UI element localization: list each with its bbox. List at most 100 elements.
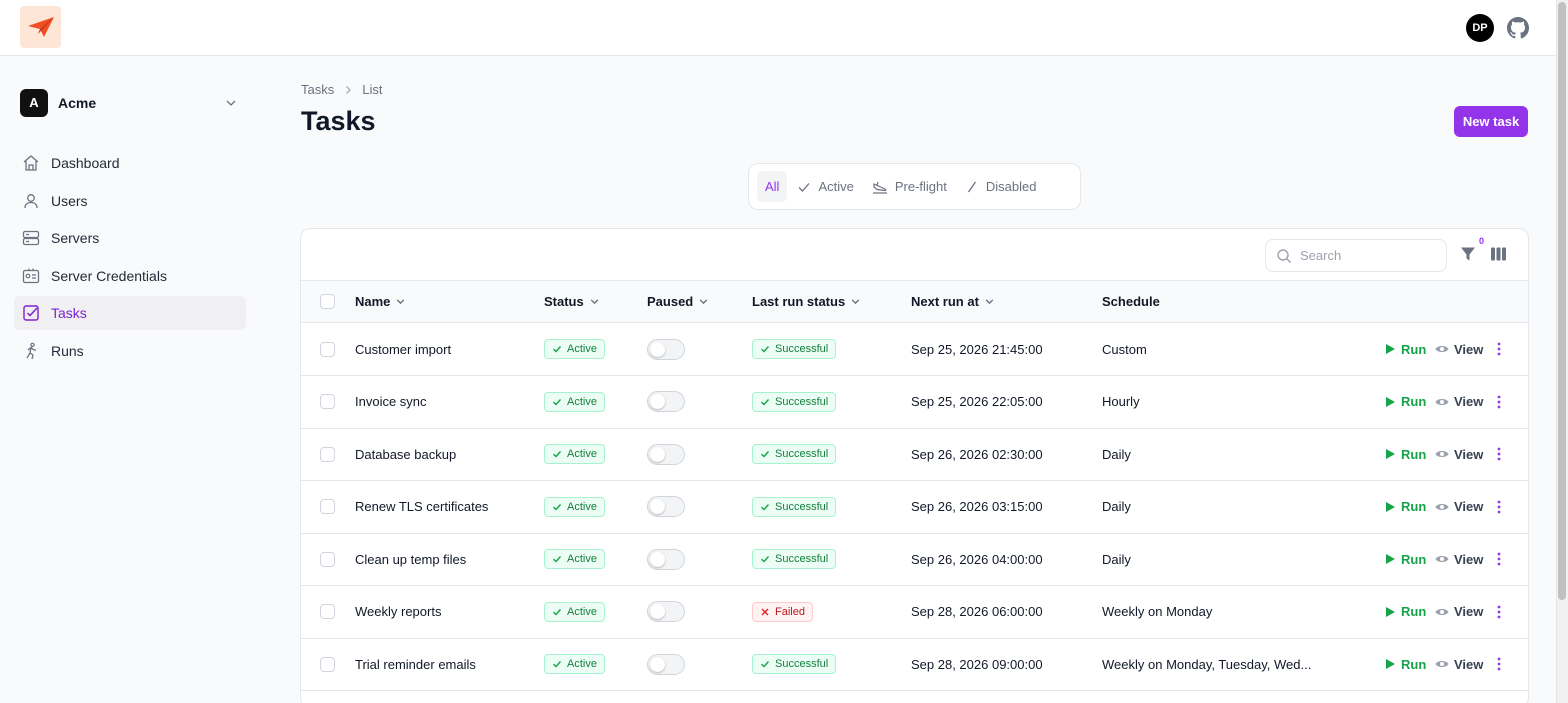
home-icon (22, 154, 40, 172)
task-name: Trial reminder emails (355, 656, 476, 672)
tab-active[interactable]: Active (789, 171, 861, 202)
table-row[interactable]: Renew TLS certificates Active Successful… (301, 481, 1528, 534)
paused-toggle[interactable] (647, 653, 685, 675)
row-checkbox[interactable] (320, 446, 335, 462)
more-actions-button[interactable] (1493, 638, 1505, 690)
view-label: View (1454, 446, 1484, 462)
table-row[interactable]: Customer import Active Successful Sep 25… (301, 323, 1528, 376)
next-run-at: Sep 26, 2026 04:00:00 (911, 551, 1043, 567)
more-actions-button[interactable] (1493, 586, 1505, 638)
check-icon (553, 661, 562, 668)
status-cell: Active (544, 638, 605, 690)
status-badge: Active (544, 339, 605, 359)
table-row[interactable]: Clean up temp files Active Successful Se… (301, 533, 1528, 586)
play-icon (1386, 396, 1395, 407)
more-actions-button[interactable] (1493, 376, 1505, 428)
more-actions-button[interactable] (1493, 481, 1505, 533)
check-icon (761, 346, 770, 353)
search-box[interactable] (1265, 239, 1447, 272)
view-button[interactable]: View (1435, 323, 1483, 375)
paused-toggle[interactable] (647, 443, 685, 465)
sidebar-item-runs[interactable]: Runs (14, 334, 246, 368)
table-row[interactable]: Invoice sync Active Successful Sep 25, 2… (301, 376, 1528, 429)
row-checkbox[interactable] (320, 551, 335, 567)
play-icon (1386, 501, 1395, 512)
column-header-status[interactable]: Status (544, 281, 600, 322)
column-header-next-run-at[interactable]: Next run at (911, 281, 995, 322)
search-input[interactable] (1300, 248, 1440, 263)
view-button[interactable]: View (1435, 376, 1483, 428)
scrollbar-thumb[interactable] (1558, 2, 1566, 600)
column-header-last-run-status[interactable]: Last run status (752, 281, 861, 322)
sidebar-item-dashboard[interactable]: Dashboard (14, 146, 246, 180)
team-switcher[interactable]: A Acme (20, 88, 246, 117)
column-header-name[interactable]: Name (355, 281, 406, 322)
checkbox-icon (22, 304, 40, 322)
paused-toggle[interactable] (647, 496, 685, 517)
select-all-checkbox[interactable] (320, 294, 335, 309)
status-cell: Active (544, 428, 605, 480)
kebab-menu-icon (1497, 657, 1501, 671)
schedule: Custom (1102, 341, 1147, 357)
view-button[interactable]: View (1435, 481, 1483, 533)
sidebar-item-server-credentials[interactable]: Server Credentials (14, 259, 246, 293)
schedule: Daily (1102, 446, 1131, 462)
view-button[interactable]: View (1435, 533, 1483, 585)
filter-icon[interactable] (1460, 246, 1476, 262)
column-header-paused[interactable]: Paused (647, 281, 709, 322)
app-logo[interactable] (20, 6, 61, 48)
check-icon (798, 182, 810, 192)
play-icon (1386, 449, 1395, 459)
run-button[interactable]: Run (1386, 586, 1426, 638)
run-button[interactable]: Run (1386, 323, 1426, 375)
user-avatar[interactable]: DP (1466, 14, 1494, 42)
tab-disabled[interactable]: Disabled (957, 171, 1045, 202)
sidebar-item-users[interactable]: Users (14, 184, 246, 218)
column-label: Name (355, 294, 391, 309)
x-icon (761, 608, 769, 615)
run-button[interactable]: Run (1386, 638, 1426, 690)
view-button[interactable]: View (1435, 638, 1483, 690)
breadcrumb-tasks[interactable]: Tasks (301, 82, 334, 97)
sidebar-item-servers[interactable]: Servers (14, 221, 246, 255)
paused-toggle[interactable] (647, 391, 685, 412)
run-button[interactable]: Run (1386, 428, 1426, 480)
tab-label: All (765, 179, 780, 194)
github-icon[interactable] (1507, 17, 1529, 39)
more-actions-button[interactable] (1493, 323, 1505, 375)
table-row[interactable]: Database backup Active Successful Sep 26… (301, 428, 1528, 481)
task-name: Invoice sync (355, 394, 427, 409)
paused-toggle[interactable] (647, 338, 685, 360)
more-actions-button[interactable] (1493, 533, 1505, 585)
status-badge: Active (544, 549, 605, 569)
row-checkbox[interactable] (320, 394, 335, 409)
column-label: Next run at (911, 294, 979, 309)
more-actions-button[interactable] (1493, 428, 1505, 480)
paused-toggle[interactable] (647, 548, 685, 570)
run-button[interactable]: Run (1386, 481, 1426, 533)
paused-toggle[interactable] (647, 601, 685, 622)
runner-icon (22, 342, 40, 360)
row-checkbox[interactable] (320, 499, 335, 514)
kebab-menu-icon (1497, 342, 1501, 356)
next-run-at: Sep 26, 2026 03:15:00 (911, 499, 1043, 514)
view-label: View (1454, 341, 1484, 357)
row-checkbox[interactable] (320, 341, 335, 357)
view-button[interactable]: View (1435, 428, 1483, 480)
columns-icon[interactable] (1490, 246, 1507, 262)
run-button[interactable]: Run (1386, 376, 1426, 428)
new-task-button[interactable]: New task (1454, 106, 1528, 137)
task-name: Renew TLS certificates (355, 499, 489, 514)
view-label: View (1454, 656, 1484, 672)
run-button[interactable]: Run (1386, 533, 1426, 585)
row-checkbox[interactable] (320, 656, 335, 672)
view-button[interactable]: View (1435, 586, 1483, 638)
table-row[interactable]: Trial reminder emails Active Successful … (301, 638, 1528, 691)
tab-all[interactable]: All (757, 171, 788, 202)
sidebar-item-tasks[interactable]: Tasks (14, 296, 246, 330)
tab-pre-flight[interactable]: Pre-flight (864, 171, 955, 202)
row-checkbox[interactable] (320, 604, 335, 619)
last-run-badge: Successful (752, 444, 837, 464)
table-row[interactable]: Weekly reports Active Failed Sep 28, 202… (301, 586, 1528, 639)
eye-icon (1435, 608, 1449, 615)
